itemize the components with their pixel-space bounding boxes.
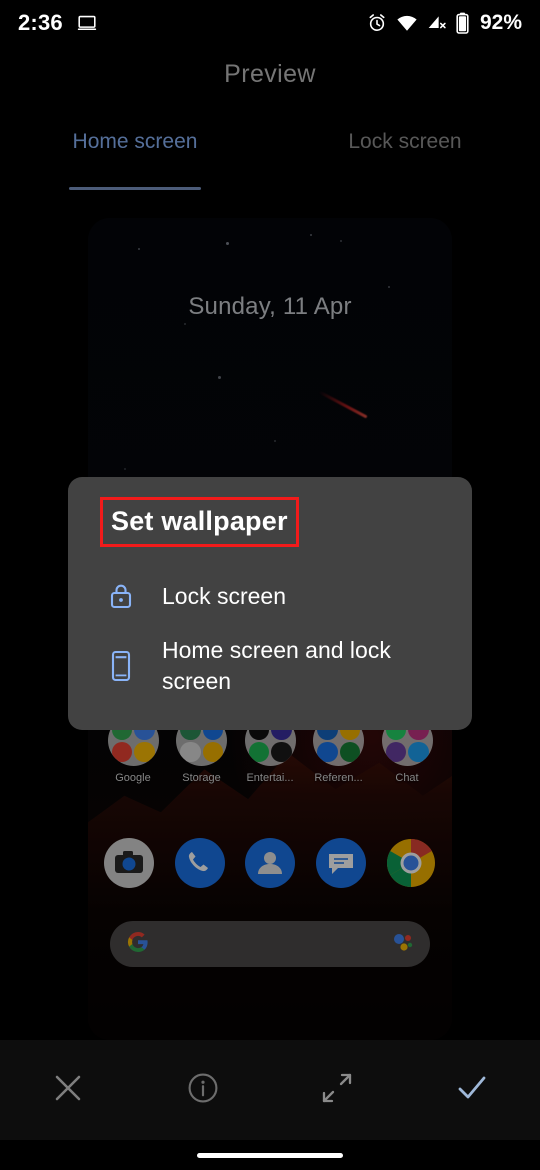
home-gesture-pill[interactable] <box>197 1152 343 1158</box>
lock-icon <box>106 581 136 611</box>
dialog-option-label: Home screen and lock screen <box>162 637 391 694</box>
set-wallpaper-dialog: Set wallpaper Lock screen Home screen an… <box>68 477 472 731</box>
phone-screen: 2:36 92% Preview Home screen Lock screen… <box>0 0 540 1170</box>
check-icon <box>454 1070 490 1111</box>
close-icon <box>51 1071 85 1110</box>
expand-button[interactable] <box>270 1040 404 1140</box>
cast-screen-icon <box>76 12 98 34</box>
expand-arrows-icon <box>317 1068 357 1113</box>
info-button[interactable] <box>136 1040 270 1140</box>
dialog-title-wrap: Set wallpaper <box>68 497 472 547</box>
info-circle-icon <box>186 1071 220 1110</box>
confirm-button[interactable] <box>404 1040 540 1140</box>
dialog-title: Set wallpaper <box>100 497 299 547</box>
status-time: 2:36 <box>18 10 63 35</box>
smartphone-icon <box>106 649 136 683</box>
dialog-option-label: Lock screen <box>162 583 287 609</box>
alarm-icon <box>367 13 387 33</box>
wifi-icon <box>396 13 418 33</box>
cellular-off-icon <box>427 13 447 33</box>
bottom-toolbar <box>0 1040 540 1140</box>
close-button[interactable] <box>0 1040 136 1140</box>
status-bar-left: 2:36 <box>18 10 98 36</box>
status-bar: 2:36 92% <box>0 0 540 46</box>
status-bar-right: 92% <box>367 11 522 35</box>
dialog-option-home-and-lock-screen[interactable]: Home screen and lock screen <box>68 623 472 708</box>
gesture-navigation-bar <box>0 1140 540 1170</box>
battery-icon <box>456 12 469 34</box>
dialog-option-lock-screen[interactable]: Lock screen <box>68 569 472 623</box>
battery-percent: 92% <box>479 11 522 34</box>
